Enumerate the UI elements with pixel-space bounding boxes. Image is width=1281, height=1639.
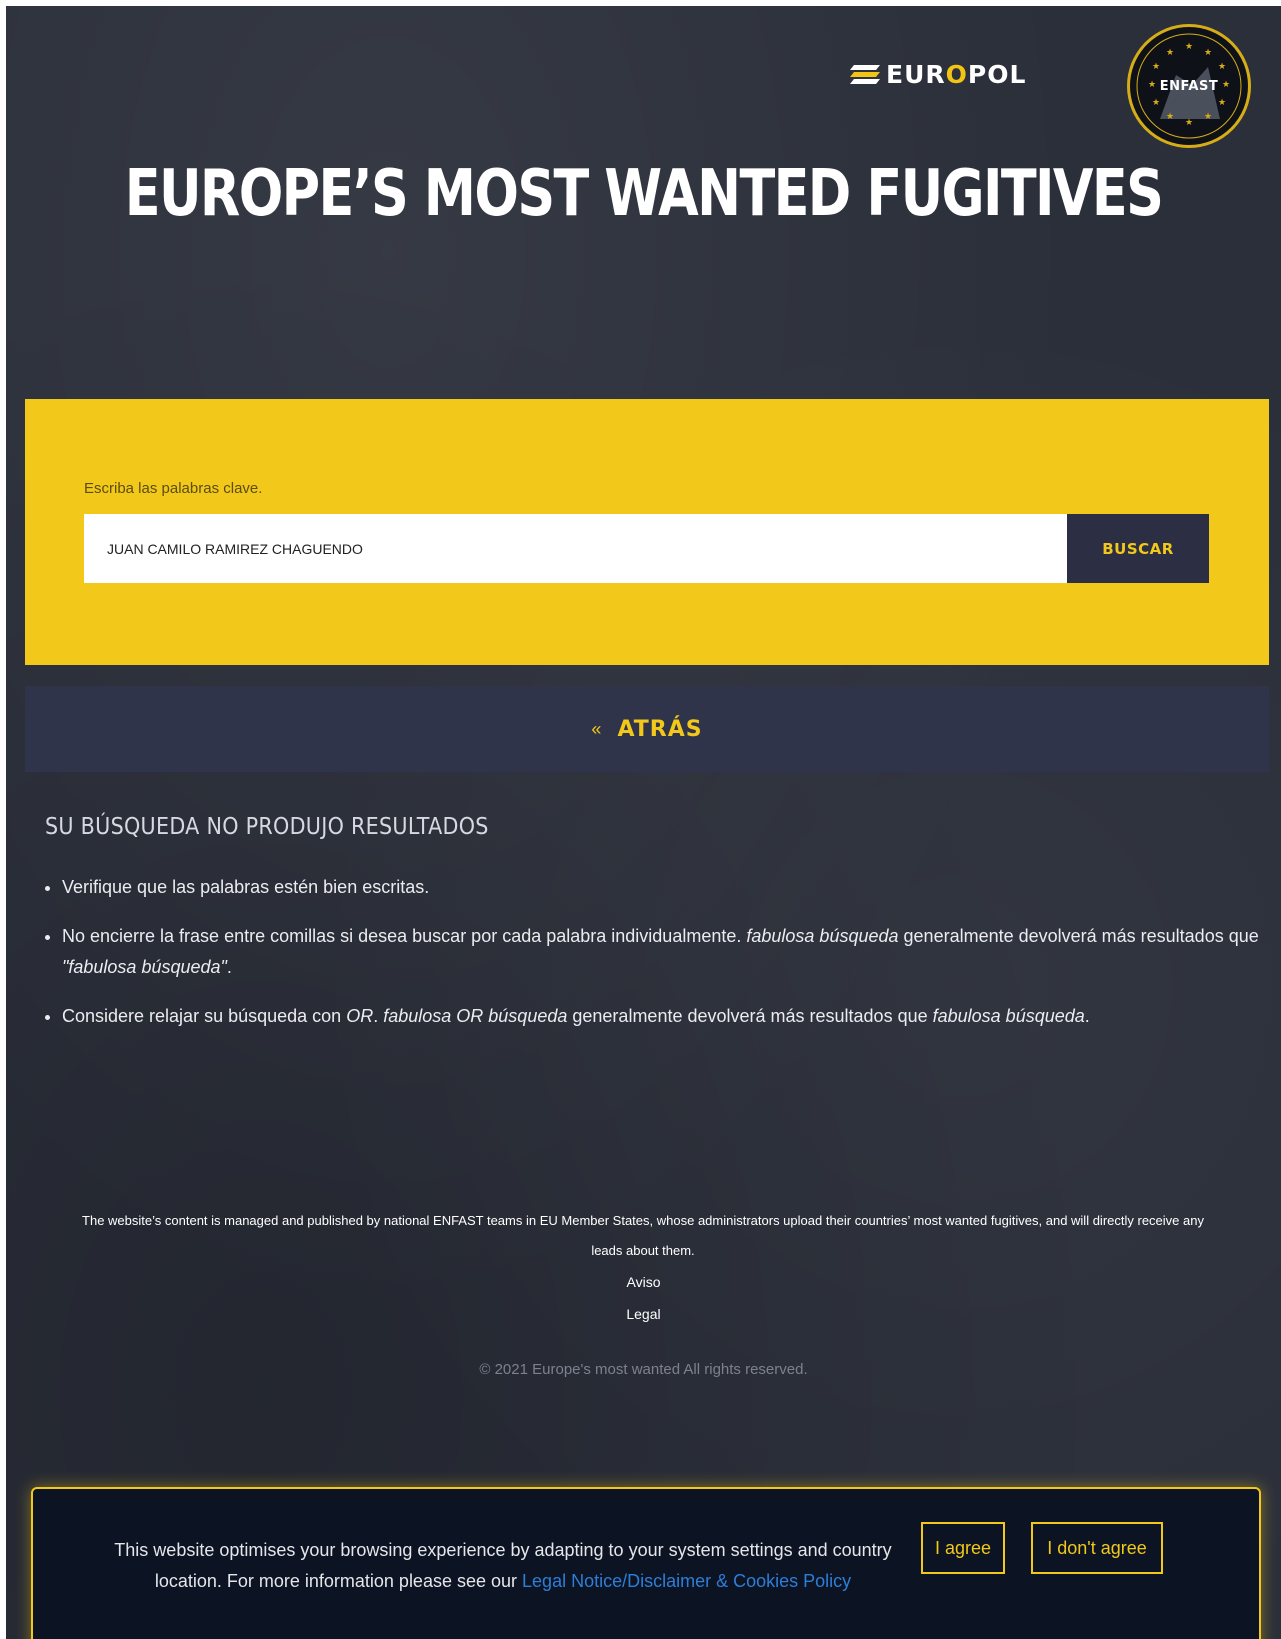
svg-text:★: ★ bbox=[1204, 47, 1212, 57]
europol-mark-icon bbox=[850, 65, 880, 84]
cookie-policy-link[interactable]: Legal Notice/Disclaimer & Cookies Policy bbox=[522, 1571, 851, 1591]
svg-text:★: ★ bbox=[1166, 111, 1174, 121]
enfast-logo-text: ENFAST bbox=[1159, 79, 1219, 94]
search-panel: Escriba las palabras clave. BUSCAR bbox=[25, 399, 1269, 665]
svg-text:★: ★ bbox=[1185, 117, 1193, 127]
europol-logo[interactable]: EUROPOL bbox=[850, 60, 1026, 90]
page: EUROPOL ★ ★ ★ ★ ★ ★ ★ ★ ★ ★ ★ ★ ENFAST E… bbox=[6, 6, 1281, 1639]
svg-text:★: ★ bbox=[1152, 97, 1160, 107]
footer-disclaimer: The website’s content is managed and pub… bbox=[82, 1213, 1204, 1258]
no-results-heading: SU BÚSQUEDA NO PRODUJO RESULTADOS bbox=[45, 814, 489, 840]
back-label: ATRÁS bbox=[617, 716, 703, 742]
svg-text:★: ★ bbox=[1185, 41, 1193, 51]
copyright: © 2021 Europe's most wanted All rights r… bbox=[479, 1361, 808, 1378]
page-title: EUROPE’S MOST WANTED FUGITIVES bbox=[124, 157, 1164, 231]
enfast-seal-logo[interactable]: ★ ★ ★ ★ ★ ★ ★ ★ ★ ★ ★ ★ ENFAST bbox=[1127, 24, 1251, 148]
svg-text:★: ★ bbox=[1166, 47, 1174, 57]
list-item: No encierre la frase entre comillas si d… bbox=[62, 921, 1277, 983]
svg-text:★: ★ bbox=[1152, 61, 1160, 71]
back-button[interactable]: « ATRÁS bbox=[25, 686, 1269, 772]
search-label: Escriba las palabras clave. bbox=[84, 480, 263, 497]
cookie-agree-button[interactable]: I agree bbox=[921, 1522, 1005, 1574]
svg-text:★: ★ bbox=[1218, 61, 1226, 71]
list-item: Considere relajar su búsqueda con OR. fa… bbox=[62, 1001, 1277, 1032]
search-input[interactable] bbox=[84, 514, 1067, 583]
double-chevron-left-icon: « bbox=[591, 718, 602, 739]
footer-link-legal[interactable]: Legal bbox=[6, 1306, 1281, 1322]
footer-link-aviso[interactable]: Aviso bbox=[6, 1274, 1281, 1290]
list-item: Verifique que las palabras estén bien es… bbox=[62, 872, 1277, 903]
europol-wordmark: EUROPOL bbox=[886, 60, 1027, 89]
cookie-message: This website optimises your browsing exp… bbox=[114, 1540, 892, 1591]
search-button[interactable]: BUSCAR bbox=[1067, 514, 1209, 583]
svg-text:★: ★ bbox=[1218, 97, 1226, 107]
cookie-disagree-button[interactable]: I don't agree bbox=[1031, 1522, 1163, 1574]
cookie-banner: This website optimises your browsing exp… bbox=[31, 1487, 1261, 1639]
search-tips-list: Verifique que las palabras estén bien es… bbox=[38, 872, 1277, 1050]
svg-text:★: ★ bbox=[1204, 111, 1212, 121]
